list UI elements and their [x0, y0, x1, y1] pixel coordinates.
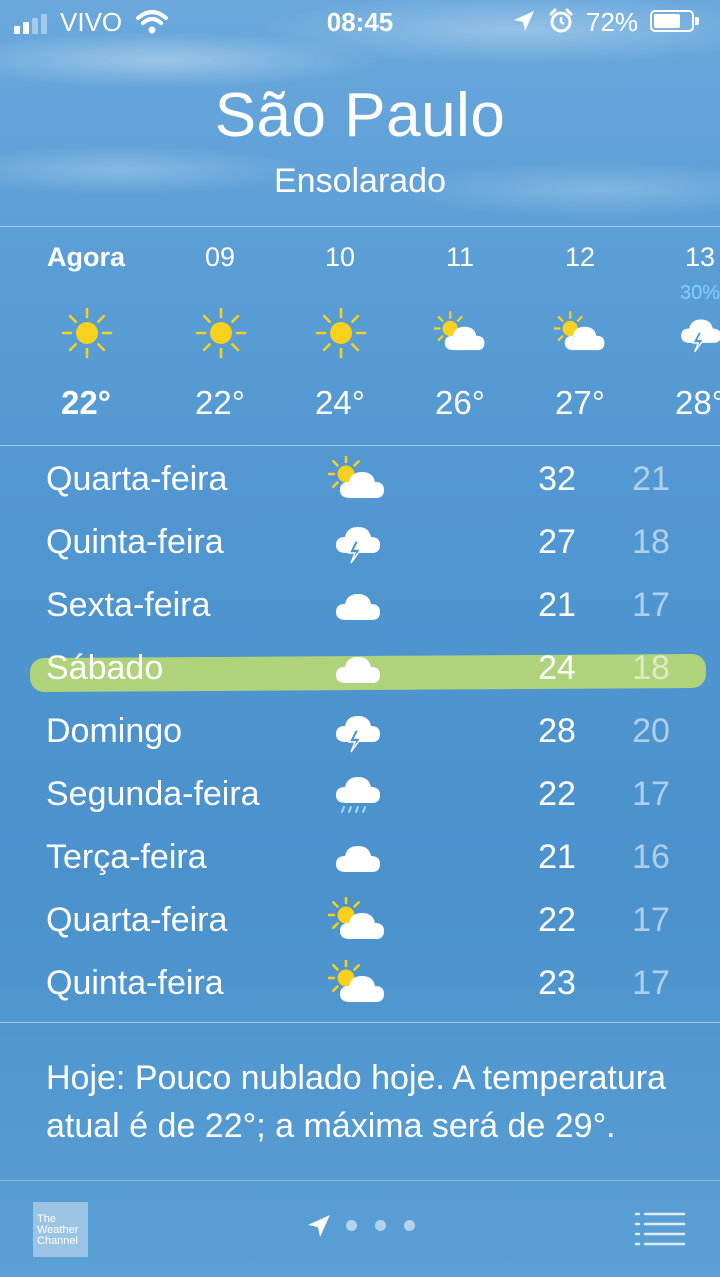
- partly-sunny-icon: [552, 306, 608, 360]
- hourly-temp: 28°: [675, 384, 720, 421]
- precip-chance: 30%: [679, 282, 720, 304]
- hourly-temp: 22°: [195, 384, 245, 421]
- divider: [0, 226, 720, 227]
- hourly-time: 13: [684, 242, 716, 272]
- rain-icon: [328, 771, 388, 817]
- page-dot[interactable]: [346, 1220, 357, 1231]
- day-name: Segunda-feira: [46, 775, 260, 813]
- location-arrow-icon: [514, 11, 534, 31]
- thunderstorm-icon: [328, 708, 388, 754]
- cloud-icon: [328, 582, 388, 628]
- page-dot[interactable]: [404, 1220, 415, 1231]
- status-bar: VIVO 08:45 72%: [0, 0, 720, 46]
- hourly-temp: 26°: [435, 384, 485, 421]
- low-temp: 18: [632, 649, 670, 687]
- low-temp: 21: [632, 460, 670, 498]
- low-temp: 20: [632, 712, 670, 750]
- low-temp: 17: [632, 964, 670, 1002]
- page-dot[interactable]: [375, 1220, 386, 1231]
- thunderstorm-icon: [674, 306, 720, 360]
- daily-row: Quinta-feira 23 17: [0, 952, 720, 1015]
- partly-sunny-icon: [326, 454, 388, 502]
- daily-row: Quarta-feira 22 17: [0, 889, 720, 952]
- high-temp: 32: [538, 460, 576, 498]
- day-name: Sexta-feira: [46, 586, 211, 624]
- hourly-time: 12: [564, 242, 596, 272]
- hourly-time: 09: [204, 242, 236, 272]
- high-temp: 21: [538, 586, 576, 624]
- daily-row: Segunda-feira 22 17: [0, 763, 720, 826]
- daily-row: Sábado 24 18: [0, 637, 720, 700]
- hourly-time: Agora: [46, 242, 125, 272]
- high-temp: 21: [538, 838, 576, 876]
- hourly-temp: 22°: [61, 384, 111, 421]
- high-temp: 27: [538, 523, 576, 561]
- thunderstorm-icon: [328, 519, 388, 565]
- partly-sunny-icon: [326, 958, 388, 1006]
- battery-fill: [654, 14, 680, 28]
- low-temp: 17: [632, 586, 670, 624]
- low-temp: 18: [632, 523, 670, 561]
- current-location-icon[interactable]: [306, 1213, 332, 1239]
- hourly-time: 11: [445, 242, 475, 272]
- high-temp: 28: [538, 712, 576, 750]
- page-indicator[interactable]: [346, 1220, 415, 1231]
- hourly-temp: 24°: [315, 384, 365, 421]
- daily-row: Domingo 28 20: [0, 700, 720, 763]
- sun-icon: [314, 306, 368, 360]
- daily-row: Sexta-feira 21 17: [0, 574, 720, 637]
- day-name: Quinta-feira: [46, 523, 224, 561]
- day-name: Domingo: [46, 712, 183, 750]
- day-name: Quarta-feira: [46, 460, 228, 498]
- city-name: São Paulo: [214, 81, 506, 150]
- daily-row: Quinta-feira 27 18: [0, 511, 720, 574]
- day-name: Quinta-feira: [46, 964, 224, 1002]
- hourly-forecast[interactable]: Agora 22° 09 22° 10 24° 11 26° 12 27° 13 30% 28°: [0, 228, 720, 444]
- today-summary: Hoje: Pouco nublado hoje. A temperatura …: [46, 1059, 666, 1145]
- hourly-temp: 27°: [555, 384, 605, 421]
- weather-channel-logo-text: The Weather Channel: [37, 1213, 79, 1247]
- partly-sunny-icon: [326, 895, 388, 943]
- low-temp: 17: [632, 901, 670, 939]
- battery-icon: [650, 10, 699, 32]
- daily-row: Terça-feira 21 16: [0, 826, 720, 889]
- city-list-icon[interactable]: [634, 1208, 686, 1248]
- day-name: Sábado: [46, 649, 164, 687]
- battery-percentage: 72%: [586, 7, 639, 37]
- day-name: Quarta-feira: [46, 901, 228, 939]
- high-temp: 22: [538, 901, 576, 939]
- divider: [0, 445, 720, 446]
- day-name: Terça-feira: [46, 838, 207, 876]
- weather-channel-logo[interactable]: The Weather Channel: [33, 1202, 88, 1257]
- cloud-icon: [328, 645, 388, 691]
- divider: [0, 1022, 720, 1023]
- hourly-time: 10: [324, 242, 356, 272]
- cloud-icon: [328, 834, 388, 880]
- high-temp: 23: [538, 964, 576, 1002]
- high-temp: 22: [538, 775, 576, 813]
- bottom-toolbar: The Weather Channel: [0, 1180, 720, 1277]
- low-temp: 16: [632, 838, 670, 876]
- alarm-icon: [549, 8, 573, 33]
- sun-icon: [194, 306, 248, 360]
- current-condition: Ensolarado: [273, 162, 446, 200]
- sun-icon: [60, 306, 114, 360]
- partly-sunny-icon: [432, 306, 488, 360]
- high-temp: 24: [538, 649, 576, 687]
- low-temp: 17: [632, 775, 670, 813]
- daily-row: Quarta-feira 32 21: [0, 448, 720, 511]
